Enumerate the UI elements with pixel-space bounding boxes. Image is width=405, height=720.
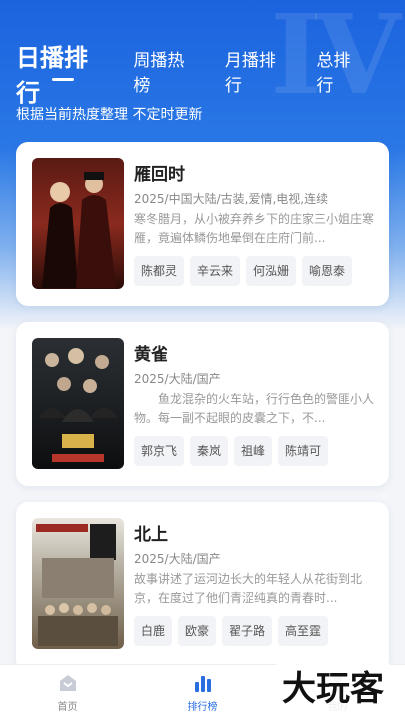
cast-chip[interactable]: 陈都灵 — [134, 256, 185, 286]
cast-chip[interactable]: 喻恩泰 — [302, 256, 353, 286]
nav-home[interactable]: 首页 — [0, 665, 135, 720]
poster-image[interactable] — [32, 518, 124, 649]
drama-meta: 2025/中国大陆/古装,爱情,电视,连续 — [134, 192, 329, 206]
drama-description: 故事讲述了运河边长大的年轻人从花街到北京，在度过了他们青涩纯真的青春时... — [134, 572, 363, 605]
ranking-subtitle: 根据当前热度整理 不定时更新 — [16, 107, 203, 123]
cast-chip[interactable]: 郭京飞 — [134, 436, 185, 466]
ranking-tabs: 日播排行 周播热榜 月播排行 总排行 — [16, 38, 391, 107]
cast-list: 白鹿 欧豪 翟子路 高至霆 — [134, 616, 374, 646]
cast-chip[interactable]: 秦岚 — [190, 436, 229, 466]
nav-home-label: 首页 — [57, 702, 78, 713]
drama-card[interactable]: 雁回时 2025/中国大陆/古装,爱情,电视,连续 寒冬腊月，从小被弃养乡下的庄… — [16, 142, 389, 306]
drama-description: 鱼龙混杂的火车站，行行色色的警匪小人物。每一副不起眼的皮囊之下，不... — [134, 392, 374, 425]
cast-chip[interactable]: 白鹿 — [134, 616, 173, 646]
tab-daily[interactable]: 日播排行 — [16, 38, 111, 108]
drama-card[interactable]: 黄雀 2025/大陆/国产 鱼龙混杂的火车站，行行色色的警匪小人物。每一副不起眼… — [16, 322, 389, 486]
home-icon — [59, 675, 76, 691]
tab-monthly[interactable]: 月播排行 — [225, 46, 293, 96]
drama-card[interactable]: 北上 2025/大陆/国产 故事讲述了运河边长大的年轻人从花街到北京，在度过了他… — [16, 502, 389, 672]
tab-weekly[interactable]: 周播热榜 — [133, 46, 201, 96]
drama-description: 寒冬腊月，从小被弃养乡下的庄家三小姐庄寒雁，竟遍体鳞伤地晕倒在庄府门前... — [134, 212, 374, 245]
chart-icon — [194, 676, 211, 692]
cast-chip[interactable]: 祖峰 — [234, 436, 273, 466]
poster-image[interactable] — [32, 338, 124, 469]
poster-image[interactable] — [32, 158, 124, 289]
cast-chip[interactable]: 翟子路 — [222, 616, 273, 646]
cast-list: 郭京飞 秦岚 祖峰 陈靖可 — [134, 436, 374, 466]
cast-chip[interactable]: 辛云来 — [190, 256, 241, 286]
drama-meta: 2025/大陆/国产 — [134, 372, 221, 386]
drama-title[interactable]: 黄雀 — [134, 340, 374, 366]
nav-ranking[interactable]: 排行榜 — [135, 665, 270, 720]
brand-watermark: 大玩客 — [276, 664, 390, 714]
cast-chip[interactable]: 何泓姗 — [246, 256, 297, 286]
tab-total[interactable]: 总排行 — [316, 46, 367, 96]
cast-list: 陈都灵 辛云来 何泓姗 喻恩泰 — [134, 256, 374, 286]
nav-ranking-label: 排行榜 — [187, 702, 218, 713]
cast-chip[interactable]: 陈靖可 — [278, 436, 329, 466]
cast-chip[interactable]: 欧豪 — [178, 616, 217, 646]
drama-title[interactable]: 北上 — [134, 520, 374, 546]
cast-chip[interactable]: 高至霆 — [278, 616, 329, 646]
drama-title[interactable]: 雁回时 — [134, 160, 374, 186]
drama-meta: 2025/大陆/国产 — [134, 552, 221, 566]
